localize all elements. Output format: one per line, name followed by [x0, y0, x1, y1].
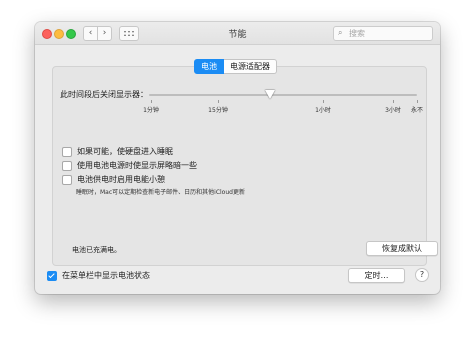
option-label: 电池供电时启用电能小憩	[77, 175, 165, 184]
display-off-label: 此时间段后关闭显示器：	[60, 90, 148, 99]
display-off-slider[interactable]	[149, 94, 417, 96]
checkbox[interactable]	[62, 160, 72, 171]
slider-tick	[323, 100, 324, 103]
option-show-battery-menubar[interactable]: 在菜单栏中显示电池状态	[47, 270, 150, 281]
power-nap-note: 睡眠时，Mac可以定期检查新电子邮件、日历和其他iCloud更新	[76, 189, 245, 196]
slider-thumb[interactable]	[264, 90, 275, 99]
slider-tick	[218, 100, 219, 103]
option-label: 如果可能，使硬盘进入睡眠	[77, 147, 173, 156]
option-power-nap[interactable]: 电池供电时启用电能小憩	[62, 174, 165, 185]
tick-label-never: 永不	[410, 107, 424, 114]
tab-battery[interactable]: 电池	[194, 59, 224, 74]
tab-power-adapter[interactable]: 电源适配器	[224, 59, 277, 74]
tick-label-3hours: 3小时	[385, 107, 401, 114]
option-dim-display[interactable]: 使用电池电源时使显示屏略暗一些	[62, 160, 197, 171]
tick-label-1min: 1分钟	[143, 107, 159, 114]
tick-label-15min: 15分钟	[208, 107, 228, 114]
title-bar: ‹ › 节能 ⌕ 搜索	[35, 22, 440, 45]
slider-tick	[393, 100, 394, 103]
schedule-button[interactable]: 定时…	[348, 268, 405, 283]
energy-saver-window: ‹ › 节能 ⌕ 搜索 电池 电源适配器 此时间段后关闭显示器： 1分钟 15分…	[35, 22, 440, 294]
slider-tick	[151, 100, 152, 103]
search-field[interactable]: ⌕ 搜索	[333, 26, 433, 41]
battery-status-text: 电池已充满电。	[72, 246, 121, 254]
option-label: 在菜单栏中显示电池状态	[62, 271, 150, 280]
option-label: 使用电池电源时使显示屏略暗一些	[77, 161, 197, 170]
restore-defaults-button[interactable]: 恢复成默认	[366, 241, 438, 256]
checkbox[interactable]	[62, 174, 72, 185]
tab-bar: 电池 电源适配器	[194, 59, 277, 74]
settings-panel: 此时间段后关闭显示器： 1分钟 15分钟 1小时 3小时 永不 如果可能，使硬盘…	[52, 66, 438, 266]
checkbox[interactable]	[62, 146, 72, 157]
search-icon: ⌕	[338, 28, 343, 37]
search-placeholder: 搜索	[349, 29, 365, 38]
slider-tick	[417, 100, 418, 103]
option-hard-disk-sleep[interactable]: 如果可能，使硬盘进入睡眠	[62, 146, 173, 157]
help-button[interactable]: ?	[415, 268, 429, 282]
checkbox-checked[interactable]	[47, 270, 57, 281]
tick-label-1hour: 1小时	[315, 107, 331, 114]
